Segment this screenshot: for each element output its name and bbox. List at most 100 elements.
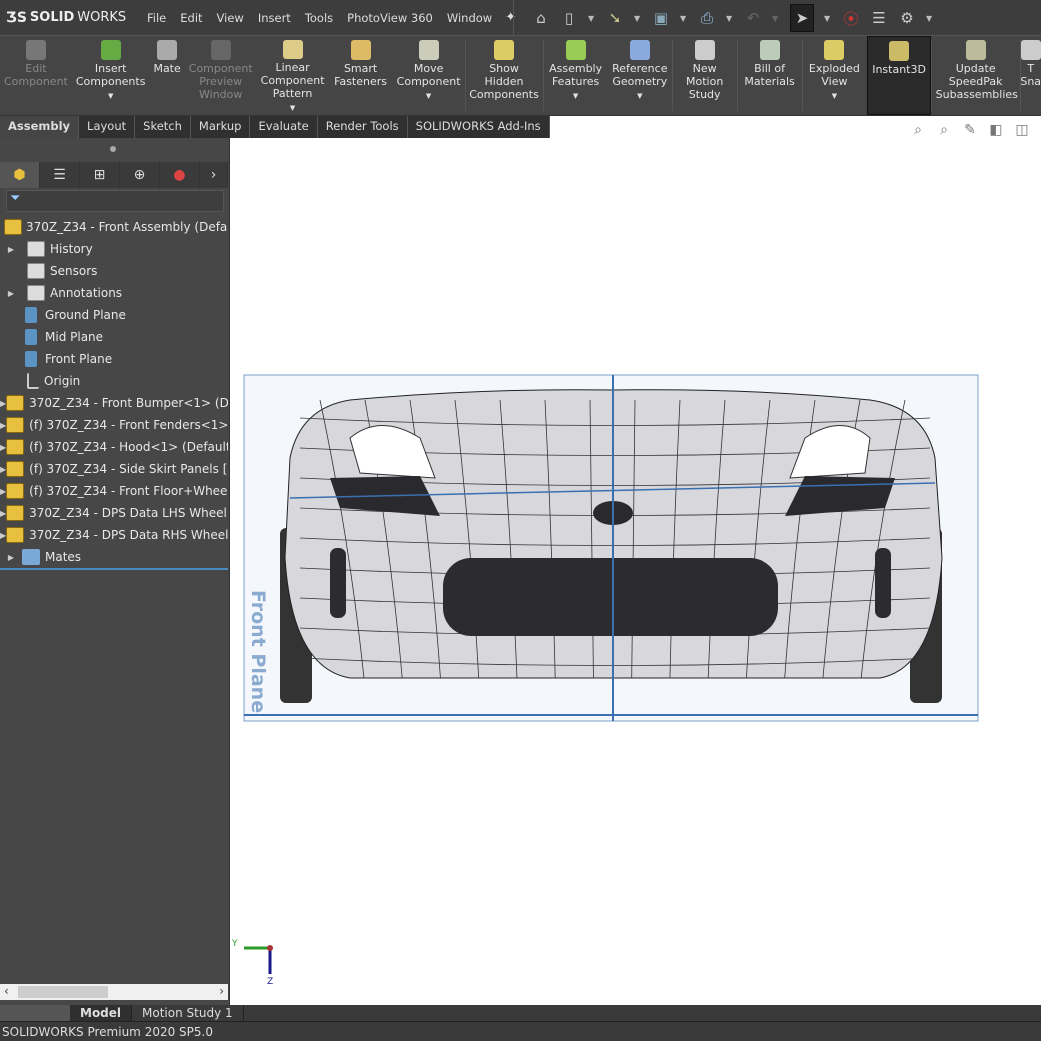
- tab-render-tools[interactable]: Render Tools: [317, 116, 408, 138]
- tab-markup[interactable]: Markup: [190, 116, 251, 138]
- ribbon-new-motion-study-button[interactable]: New Motion Study: [673, 36, 737, 115]
- configurationmanager-tab-icon[interactable]: ⊞: [80, 162, 120, 188]
- expand-arrow-icon[interactable]: ▶: [0, 553, 22, 562]
- displaymanager-tab-icon[interactable]: ●: [160, 162, 200, 188]
- ribbon-exploded-view-button[interactable]: Exploded View ▼: [802, 36, 866, 115]
- tree-item-sensors[interactable]: Sensors: [0, 260, 228, 282]
- chevron-down-icon[interactable]: ▼: [637, 90, 642, 103]
- rollback-bar[interactable]: [0, 568, 228, 570]
- tree-filter[interactable]: ⏷: [6, 190, 224, 212]
- tab-layout[interactable]: Layout: [79, 116, 136, 138]
- tab-motion-study-1[interactable]: Motion Study 1: [132, 1005, 244, 1021]
- tree-item-370z-z34-dps-data-rhs-wheel-a[interactable]: ▶ 370Z_Z34 - DPS Data RHS Wheel A: [0, 524, 228, 546]
- previous-view-icon[interactable]: ✎: [960, 122, 980, 140]
- ribbon-bill-of-materials-button[interactable]: Bill of Materials: [737, 36, 801, 115]
- open-icon[interactable]: ➘: [606, 9, 624, 27]
- tab-solidworks-add-ins[interactable]: SOLIDWORKS Add-Ins: [407, 116, 550, 138]
- ribbon-mate-button[interactable]: Mate: [149, 36, 184, 115]
- zoom-to-fit-icon[interactable]: ⌕: [908, 122, 928, 140]
- ribbon-smart-fasteners-button[interactable]: Smart Fasteners: [329, 36, 393, 115]
- new-dropdown[interactable]: ▼: [588, 14, 596, 23]
- ribbon-label: T Sna: [1020, 62, 1041, 88]
- tree-item-history[interactable]: ▶ History: [0, 238, 228, 260]
- chevron-down-icon[interactable]: ▼: [573, 90, 578, 103]
- ribbon-reference-geometry-button[interactable]: Reference Geometry ▼: [608, 36, 672, 115]
- traffic-light-icon[interactable]: ⦿: [842, 9, 860, 28]
- menu-window[interactable]: Window: [440, 11, 499, 25]
- ribbon-edit-component-button[interactable]: Edit Component: [0, 36, 72, 115]
- save-icon[interactable]: ▣: [652, 9, 670, 27]
- ribbon-instant3d-button[interactable]: Instant3D: [867, 36, 931, 115]
- propertymanager-tab-icon[interactable]: ☰: [40, 162, 80, 188]
- tree-item-f-370z-z34-hood-1-default[interactable]: ▶ (f) 370Z_Z34 - Hood<1> (Default<: [0, 436, 228, 458]
- graphics-viewport[interactable]: Front Plane Y Z: [230, 138, 1041, 1005]
- mate-icon: [22, 549, 40, 565]
- tree-item-origin[interactable]: Origin: [0, 370, 228, 392]
- gear-icon[interactable]: ⚙: [898, 9, 916, 27]
- horizontal-scrollbar[interactable]: ‹ ›: [0, 984, 228, 1000]
- options-list-icon[interactable]: ☰: [870, 9, 888, 27]
- ribbon-t-sna-button[interactable]: T Sna: [1020, 36, 1041, 115]
- scroll-right-icon[interactable]: ›: [219, 984, 224, 998]
- chevron-down-icon[interactable]: ▼: [108, 90, 113, 103]
- menu-file[interactable]: File: [140, 11, 173, 25]
- print-icon[interactable]: ⎙: [698, 9, 716, 27]
- home-icon[interactable]: ⌂: [532, 9, 550, 27]
- select-icon[interactable]: ➤: [790, 4, 814, 32]
- tree-item-front-plane[interactable]: Front Plane: [0, 348, 228, 370]
- menu-tools[interactable]: Tools: [298, 11, 340, 25]
- expand-arrow-icon[interactable]: ▶: [0, 289, 22, 298]
- print-dropdown[interactable]: ▼: [726, 14, 734, 23]
- tab-model[interactable]: Model: [70, 1005, 133, 1021]
- menu-edit[interactable]: Edit: [173, 11, 209, 25]
- ribbon-update-speedpak-subassemblies-button[interactable]: Update SpeedPak Subassemblies: [932, 36, 1020, 115]
- ribbon-insert-components-button[interactable]: Insert Components ▼: [72, 36, 150, 115]
- tab-assembly[interactable]: Assembly: [0, 116, 80, 138]
- tree-item-f-370z-z34-front-floor-wheel[interactable]: ▶ (f) 370Z_Z34 - Front Floor+Wheel: [0, 480, 228, 502]
- menu-photoview-360[interactable]: PhotoView 360: [340, 11, 440, 25]
- ribbon-assembly-features-button[interactable]: Assembly Features ▼: [544, 36, 608, 115]
- select-dropdown[interactable]: ▼: [824, 14, 832, 23]
- open-dropdown[interactable]: ▼: [634, 14, 642, 23]
- ribbon-move-component-button[interactable]: Move Component ▼: [393, 36, 465, 115]
- scroll-left-icon[interactable]: ‹: [4, 984, 9, 998]
- undo-icon[interactable]: ↶: [744, 9, 762, 27]
- tab-navigation-arrows[interactable]: [0, 1005, 70, 1021]
- tree-item-370z-z34-dps-data-lhs-wheel-a[interactable]: ▶ 370Z_Z34 - DPS Data LHS Wheel A: [0, 502, 228, 524]
- ribbon-linear-component-pattern-button[interactable]: Linear Component Pattern ▼: [257, 36, 329, 115]
- save-dropdown[interactable]: ▼: [680, 14, 688, 23]
- more-tabs-chevron-icon[interactable]: ›: [200, 162, 228, 188]
- menu-insert[interactable]: Insert: [251, 11, 298, 25]
- featuremanager-tab-icon[interactable]: ⬢: [0, 162, 40, 188]
- zoom-to-area-icon[interactable]: ⌕: [934, 122, 954, 140]
- solidworks-logo[interactable]: ƷS SOLID WORKS: [0, 10, 140, 26]
- view-orientation-icon[interactable]: ◫: [1012, 122, 1032, 140]
- new-document-icon[interactable]: ▯: [560, 9, 578, 27]
- ribbon-label: Smart Fasteners: [334, 62, 388, 88]
- tree-item-annotations[interactable]: ▶ Annotations: [0, 282, 228, 304]
- tab-sketch[interactable]: Sketch: [135, 116, 191, 138]
- section-view-icon[interactable]: ◧: [986, 122, 1006, 140]
- dimxpert-tab-icon[interactable]: ⊕: [120, 162, 160, 188]
- tree-item-f-370z-z34-side-skirt-panels-cu[interactable]: ▶ (f) 370Z_Z34 - Side Skirt Panels [CU: [0, 458, 228, 480]
- chevron-down-icon[interactable]: ▼: [426, 90, 431, 103]
- tab-evaluate[interactable]: Evaluate: [250, 116, 318, 138]
- tree-item-mates[interactable]: ▶ Mates: [0, 546, 228, 568]
- chevron-down-icon[interactable]: ▼: [290, 102, 295, 115]
- ribbon-label: Edit Component: [4, 62, 68, 88]
- panel-handle[interactable]: [110, 146, 116, 152]
- asm-icon: [6, 417, 25, 433]
- gear-dropdown[interactable]: ▼: [926, 14, 934, 23]
- expand-arrow-icon[interactable]: ▶: [0, 245, 22, 254]
- tree-item-f-370z-z34-front-fenders-1-d[interactable]: ▶ (f) 370Z_Z34 - Front Fenders<1> (D: [0, 414, 228, 436]
- tree-item-ground-plane[interactable]: Ground Plane: [0, 304, 228, 326]
- asm-icon: [6, 505, 25, 521]
- tree-item-mid-plane[interactable]: Mid Plane: [0, 326, 228, 348]
- ribbon-component-preview-window-button[interactable]: Component Preview Window: [185, 36, 257, 115]
- tree-root-assembly[interactable]: 370Z_Z34 - Front Assembly (Default<D: [0, 216, 228, 238]
- ribbon-show-hidden-components-button[interactable]: Show Hidden Components: [465, 36, 543, 115]
- tree-item-370z-z34-front-bumper-1-default[interactable]: ▶370Z_Z34 - Front Bumper<1> (Default: [0, 392, 228, 414]
- undo-dropdown[interactable]: ▼: [772, 14, 780, 23]
- chevron-down-icon[interactable]: ▼: [832, 90, 837, 103]
- menu-view[interactable]: View: [210, 11, 251, 25]
